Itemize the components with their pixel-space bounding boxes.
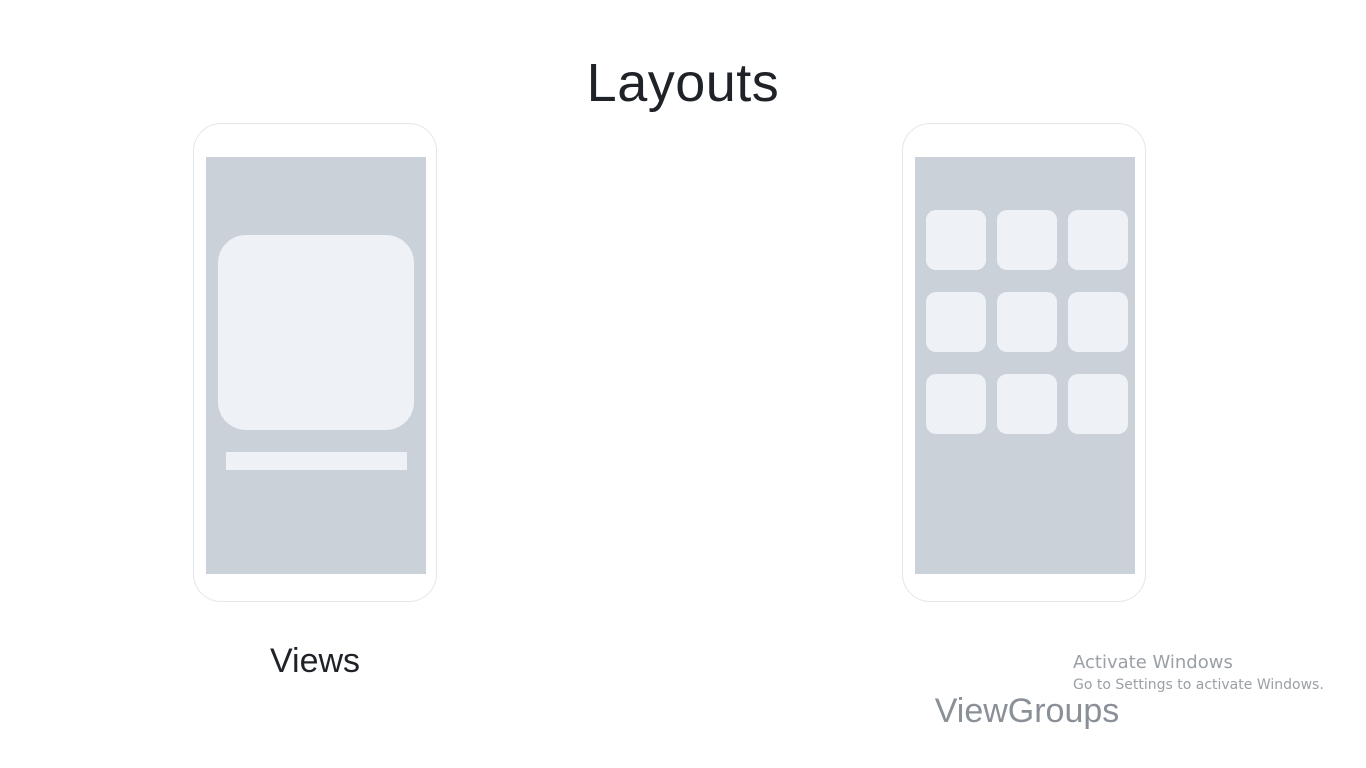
- views-caption: Views: [269, 642, 361, 680]
- viewgroups-caption: ViewGroups: [934, 692, 1120, 730]
- view-tile: [1068, 292, 1128, 352]
- views-phone-screen: [206, 157, 426, 574]
- viewgroups-phone-screen: [915, 157, 1135, 574]
- view-tile: [926, 210, 986, 270]
- presentation-slide: Layouts Views ViewGroups Activate Window…: [0, 0, 1366, 768]
- viewgroups-phone-mockup: [902, 123, 1146, 602]
- view-text-bar-placeholder: [226, 452, 407, 470]
- watermark-subtitle: Go to Settings to activate Windows.: [1073, 677, 1324, 693]
- watermark-title: Activate Windows: [1073, 652, 1233, 673]
- view-tile: [926, 292, 986, 352]
- view-tile: [997, 292, 1057, 352]
- view-tile: [997, 210, 1057, 270]
- views-phone-mockup: [193, 123, 437, 602]
- slide-title: Layouts: [586, 53, 780, 113]
- view-tile: [926, 374, 986, 434]
- view-tile: [997, 374, 1057, 434]
- view-card-placeholder: [218, 235, 414, 430]
- view-tile: [1068, 210, 1128, 270]
- view-tile: [1068, 374, 1128, 434]
- view-tile-grid: [926, 210, 1128, 434]
- activate-windows-watermark: Activate Windows Go to Settings to activ…: [1073, 652, 1324, 695]
